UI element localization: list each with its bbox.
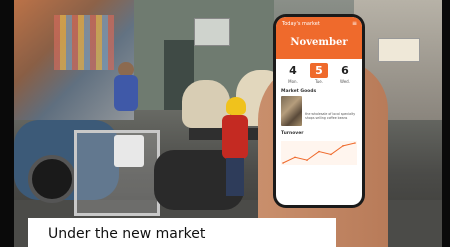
shop-sign [378, 38, 420, 62]
goods-description: the wholesale of local specialty shops s… [305, 112, 356, 120]
left-frame [0, 0, 14, 247]
turnover-point [354, 142, 356, 144]
turnover-point [330, 153, 332, 156]
turnover-chart [281, 141, 357, 165]
turnover-heading: Turnover [281, 131, 304, 136]
app-title: Today's market [282, 21, 320, 27]
person-legs [226, 158, 244, 196]
goods-heading: Market Goods [281, 89, 317, 94]
turnover-point [318, 150, 320, 153]
vendor [114, 75, 138, 111]
turnover-point [306, 159, 308, 161]
turnover-point [342, 145, 344, 147]
wheel [28, 155, 76, 203]
turnover-point [282, 162, 284, 164]
caption-text: Under the new market [48, 226, 206, 242]
goods-image [281, 96, 303, 126]
hanging-goods [54, 15, 114, 70]
helmet [226, 97, 246, 115]
wall-sign [194, 18, 230, 46]
app-header: Today's market ≡ November [276, 17, 362, 59]
person [222, 115, 248, 159]
menu-icon[interactable]: ≡ [352, 20, 357, 27]
right-frame [442, 0, 450, 247]
date-label: Tue. [314, 79, 324, 84]
turnover-point [294, 156, 296, 159]
turnover-line [282, 142, 356, 164]
goods-card[interactable]: the wholesale of local specialty shops s… [276, 96, 362, 126]
date-label: Wed. [340, 79, 350, 84]
date-label: Mon. [288, 79, 298, 84]
date-tue[interactable]: 5 Tue. [310, 63, 328, 84]
caption-box: Under the new market [28, 218, 336, 247]
smartphone: Today's market ≡ November 4 Mon. 5 Tue. … [273, 14, 365, 208]
date-mon[interactable]: 4 Mon. [284, 63, 302, 84]
month-title: November [290, 37, 348, 48]
phone-screen: Today's market ≡ November 4 Mon. 5 Tue. … [276, 17, 362, 205]
turnover-chart-svg [282, 142, 356, 164]
date-wed[interactable]: 6 Wed. [336, 63, 354, 84]
date-number: 4 [289, 64, 297, 77]
date-number: 6 [341, 64, 349, 77]
date-number: 5 [310, 63, 328, 78]
date-row: 4 Mon. 5 Tue. 6 Wed. [276, 59, 362, 84]
slide: Today's market ≡ November 4 Mon. 5 Tue. … [0, 0, 450, 247]
bucket [114, 135, 144, 167]
